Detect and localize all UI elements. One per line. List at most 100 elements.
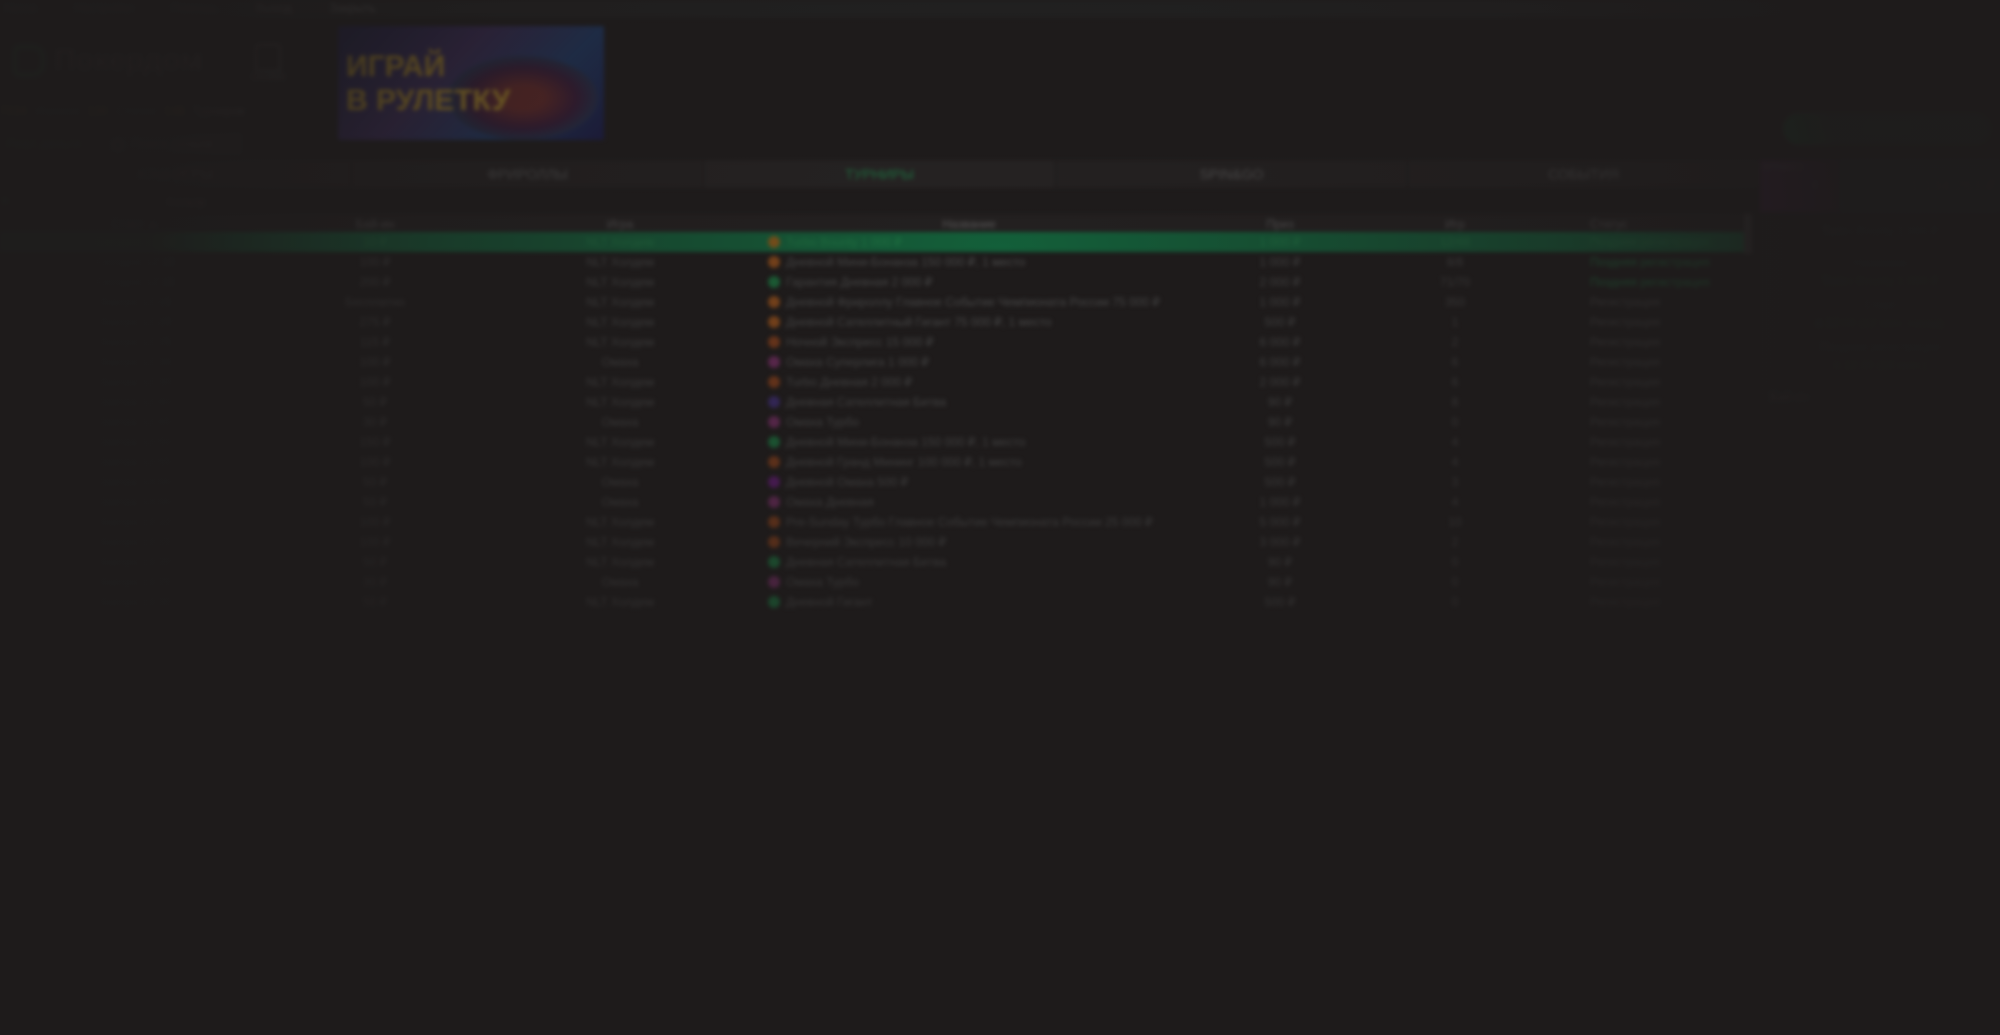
tournament-name: Дневная Сателлитная Битва: [786, 555, 947, 569]
col-buyin[interactable]: Бай-ин: [270, 214, 480, 232]
start-cell: Завтра 13:00: [98, 495, 172, 509]
detail-name-label: Название: [1853, 256, 1907, 270]
start-cell: Завтра 12:20: [98, 315, 172, 329]
table-row[interactable]: Завтра 13:15 100 ₽ NLT Холдем Вечерний Эксп…: [0, 532, 1752, 552]
col-prize[interactable]: Приз: [1170, 214, 1390, 232]
table-row[interactable]: Завтра 13:20 50 ₽ NLT Холдем Дневная Сателл…: [0, 552, 1752, 572]
players-cell: 4: [1451, 455, 1459, 469]
tab-spin-go[interactable]: SPIN&GO: [1056, 160, 1408, 188]
players-cell: 8: [1451, 395, 1459, 409]
real-money-tab[interactable]: Реал деньги: [0, 134, 87, 154]
game-cell: Омаха: [601, 475, 639, 489]
game-type-icon: [768, 356, 780, 368]
tab-freerolls[interactable]: ФРИРОЛЛЫ: [352, 160, 704, 188]
menu-close[interactable]: Закрыть: [325, 0, 389, 18]
game-type-icon: [768, 436, 780, 448]
search-input[interactable]: Поиск деньги: [100, 134, 241, 154]
filter-bar[interactable]: Фильтр: [0, 192, 360, 212]
start-cell: Завтра 12:30: [98, 375, 172, 389]
prize-cell: 500 ₽: [1264, 435, 1296, 449]
promo-banner[interactable]: ИГРАЙ В РУЛЕТКУ: [338, 26, 604, 140]
table-row[interactable]: Завтра 13:25 30 ₽ Омаха Омаха Турбо 90 ₽ 0 Рег…: [0, 572, 1752, 592]
spin-go-widget[interactable]: SPIN&GO 3: [1760, 160, 1840, 212]
tournament-name: Pre-Sunday Турбо Главное Событие Чемпион…: [786, 515, 1153, 529]
table-row[interactable]: Завтра 12:25 115 ₽ NLT Холдем Ночной Экспре…: [0, 332, 1752, 352]
menu-cashier[interactable]: Касса: [0, 0, 50, 18]
name-cell: Вечерний Экспресс 10 000 ₽: [760, 532, 1170, 552]
table-row[interactable]: Завтра 13:30 50 ₽ NLT Холдем Дневной Гигант…: [0, 592, 1752, 612]
table-scrollbar[interactable]: [1744, 214, 1752, 254]
players-cell: 71/70: [1439, 275, 1471, 289]
tab-events[interactable]: СОБЫТИЯ: [1408, 160, 1760, 188]
prize-cell: 90 ₽: [1267, 415, 1293, 429]
buyin-cell: 100 ₽: [359, 455, 391, 469]
casino-label: CASINO: [250, 72, 286, 82]
lobby-button[interactable]: ЛОББИ: [1783, 113, 1991, 145]
col-game[interactable]: Игра: [480, 214, 760, 232]
status-cell: Регистрация: [1590, 575, 1661, 589]
status-cell: Регистрация: [1590, 535, 1661, 549]
buyin-cell: 100 ₽: [359, 375, 391, 389]
table-row[interactable]: Завтра 12:50 150 ₽ NLT Холдем Дневной Мини-…: [0, 432, 1752, 452]
col-name[interactable]: Название: [760, 214, 1170, 232]
table-row[interactable]: Завтра 13:00 50 ₽ Омаха Дневной Омаха 500 ₽…: [0, 472, 1752, 492]
prize-cell: 5 000 ₽: [1259, 515, 1301, 529]
menu-help[interactable]: Помощь: [167, 0, 231, 18]
name-cell: Омаха Турбо: [760, 572, 1170, 592]
tournament-name: Вечерний Экспресс 10 000 ₽: [786, 535, 947, 549]
table-row[interactable]: Завтра 12:30 100 ₽ NLT Холдем Turbo Дневная…: [0, 372, 1752, 392]
game-cell: NLT Холдем: [585, 255, 655, 269]
status-cell: Поздняя регистрация: [1590, 255, 1710, 269]
col-players[interactable]: Игр: [1390, 214, 1520, 232]
tournament-name: Дневной Омаха 500 ₽: [786, 475, 909, 489]
tables-count: 130: [87, 104, 108, 118]
players-cell: 2: [1451, 335, 1459, 349]
menu-logout[interactable]: Выход: [252, 0, 306, 18]
col-status[interactable]: Статус: [1520, 214, 1750, 232]
tab-tournaments[interactable]: ТУРНИРЫ: [704, 160, 1056, 188]
detail-name-value: Turbo Bounty 1 000 ₽: [1822, 274, 1938, 288]
tournament-name: Дневной Мини-Бонанза 150 000 ₽, 1 место: [786, 255, 1026, 269]
table-row[interactable]: Завтра 12:15 Бесплатно NLT Холдем Дневной Ф…: [0, 292, 1752, 312]
tournament-name: Дневной Гигант: [786, 595, 873, 609]
table-row[interactable]: Сегодня 12:15 200 ₽ NLT Холдем Гарантия Дне…: [0, 272, 1752, 292]
name-cell: Дневная Сателлитная Битва: [760, 552, 1170, 572]
prize-cell: 2 000 ₽: [1259, 375, 1301, 389]
players-cell: 0: [1451, 415, 1459, 429]
table-row[interactable]: Завтра 12:45 30 ₽ Омаха Омаха Турбо 90 ₽ 0 Рег…: [0, 412, 1752, 432]
tournament-name: Ночной Экспресс 15 000 ₽: [786, 335, 934, 349]
casino-button[interactable]: CASINO: [238, 44, 298, 84]
players-cell: 4: [1451, 495, 1459, 509]
table-row[interactable]: Сегодня 12:00 10 ₽ NLT Холдем Turbo Bounty …: [0, 232, 1752, 252]
table-row[interactable]: Завтра 13:00 50 ₽ Омаха Омаха Дневная 1 000 …: [0, 492, 1752, 512]
name-cell: Гарантия Дневная 2 000 ₽: [760, 272, 1170, 292]
game-cell: NLT Холдем: [585, 315, 655, 329]
table-body: Сегодня 12:00 10 ₽ NLT Холдем Turbo Bounty …: [0, 232, 1752, 612]
name-cell: Дневной Гигант: [760, 592, 1170, 612]
game-type-icon: [768, 596, 780, 608]
col-start[interactable]: Старт ▲: [0, 214, 270, 232]
casino-crown-icon: [255, 44, 281, 72]
buyin-cell: Бесплатно: [345, 295, 405, 309]
tab-cash-games[interactable]: КЭШ-ИГРЫ: [0, 160, 352, 188]
tournament-name: Дневная Сателлитная Битва: [786, 395, 947, 409]
table-row[interactable]: Завтра 12:40 50 ₽ NLT Холдем Дневная Сателл…: [0, 392, 1752, 412]
name-cell: Дневной Мини-Бонанза 150 000 ₽, 1 место: [760, 252, 1170, 272]
prize-cell: 500 ₽: [1264, 315, 1296, 329]
table-row[interactable]: Завтра 12:55 100 ₽ NLT Холдем Дневной Гранд…: [0, 452, 1752, 472]
menu-settings[interactable]: Настройки: [70, 0, 147, 18]
detail-buyin-label: Бай-ин: [1770, 390, 1809, 404]
banner-line-2: В РУЛЕТКУ: [346, 84, 511, 117]
table-row[interactable]: Завтра 13:10 100 ₽ NLT Холдем Pre-Sunday Ту…: [0, 512, 1752, 532]
table-row[interactable]: Сегодня 12:10 100 ₽ NLT Холдем Дневной Мини…: [0, 252, 1752, 272]
prize-cell: 1 000 ₽: [1259, 495, 1301, 509]
details-title: Turbo Bounty 1 000 ₽: [1822, 224, 1938, 238]
buyin-cell: 150 ₽: [359, 435, 391, 449]
players-cell: 0: [1451, 575, 1459, 589]
buyin-cell: 100 ₽: [359, 535, 391, 549]
game-cell: Омаха: [601, 575, 639, 589]
table-row[interactable]: Завтра 12:20 275 ₽ NLT Холдем Дневной Сател…: [0, 312, 1752, 332]
name-cell: Омаха Суперлига 1 000 ₽: [760, 352, 1170, 372]
table-row[interactable]: Завтра 12:30 100 ₽ Омаха Омаха Суперлига 1 …: [0, 352, 1752, 372]
game-type-icon: [768, 276, 780, 288]
